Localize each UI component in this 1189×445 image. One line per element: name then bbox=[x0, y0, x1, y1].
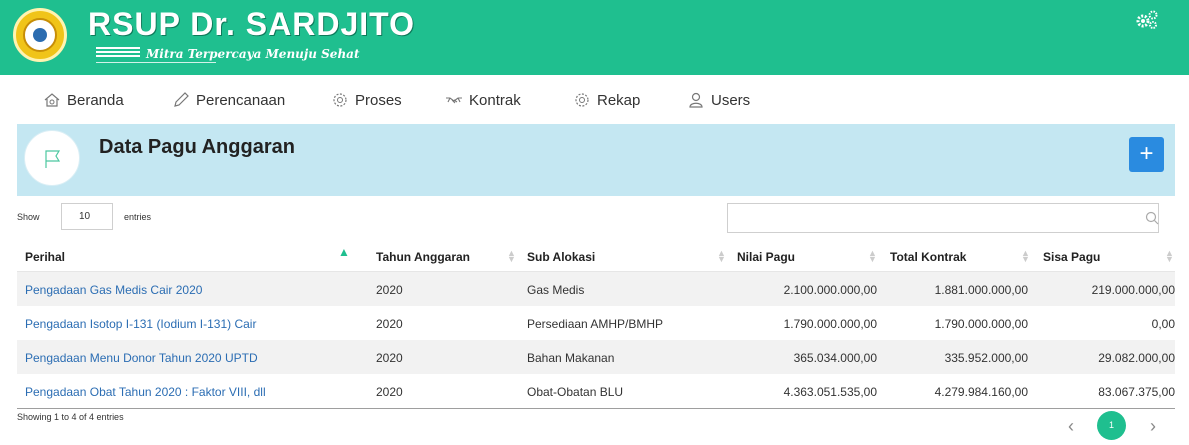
nilai-pagu-cell: 1.790.000.000,00 bbox=[783, 317, 877, 331]
brand-decoration bbox=[96, 47, 140, 57]
pagination-page-1[interactable]: 1 bbox=[1097, 411, 1126, 440]
col-header-sisa-pagu[interactable]: Sisa Pagu bbox=[1043, 250, 1100, 264]
tahun-cell: 2020 bbox=[376, 283, 403, 297]
perihal-link[interactable]: Pengadaan Menu Donor Tahun 2020 UPTD bbox=[25, 351, 258, 365]
handshake-icon bbox=[446, 97, 462, 104]
sort-icon[interactable]: ▲ ▼ bbox=[717, 249, 726, 264]
nav-item-kontrak[interactable]: Kontrak bbox=[445, 89, 521, 111]
total-kontrak-cell: 1.881.000.000,00 bbox=[934, 283, 1028, 297]
nav-item-beranda[interactable]: Beranda bbox=[43, 89, 124, 111]
page-header-band bbox=[17, 124, 1175, 196]
nav-item-users[interactable]: Users bbox=[687, 89, 750, 111]
brand-subtitle: Mitra Terpercaya Menuju Sehat bbox=[146, 47, 360, 61]
nav-item-proses[interactable]: Proses bbox=[331, 89, 402, 111]
table-header: Perihal ▲ Tahun Anggaran ▲ ▼ Sub Alokasi … bbox=[17, 240, 1175, 272]
total-kontrak-cell: 4.279.984.160,00 bbox=[934, 385, 1028, 399]
nav-label: Beranda bbox=[67, 91, 124, 109]
entries-info: Showing 1 to 4 of 4 entries bbox=[17, 412, 124, 422]
gear-icon bbox=[333, 93, 347, 107]
flag-icon bbox=[45, 150, 61, 168]
nav-label: Perencanaan bbox=[196, 91, 286, 109]
total-kontrak-cell: 335.952.000,00 bbox=[944, 351, 1028, 365]
main-nav: Beranda Perencanaan Proses Kontrak Rekap… bbox=[0, 80, 1189, 122]
pencil-icon bbox=[174, 92, 189, 107]
sub-alokasi-cell: Gas Medis bbox=[527, 283, 585, 297]
pagu-table: Perihal ▲ Tahun Anggaran ▲ ▼ Sub Alokasi … bbox=[17, 240, 1175, 408]
brand-title: RSUP Dr. SARDJITO bbox=[88, 6, 416, 42]
sisa-pagu-cell: 83.067.375,00 bbox=[1098, 385, 1175, 399]
entries-label: entries bbox=[124, 212, 152, 222]
nilai-pagu-cell: 4.363.051.535,00 bbox=[783, 385, 877, 399]
search-icon bbox=[1145, 211, 1159, 225]
sisa-pagu-cell: 0,00 bbox=[1151, 317, 1175, 331]
home-icon bbox=[44, 93, 60, 107]
perihal-link[interactable]: Pengadaan Obat Tahun 2020 : Faktor VIII,… bbox=[25, 385, 266, 399]
sub-alokasi-cell: Obat-Obatan BLU bbox=[527, 385, 624, 399]
sort-icon[interactable]: ▲ ▼ bbox=[868, 249, 877, 264]
nav-label: Proses bbox=[355, 91, 402, 109]
page-title: Data Pagu Anggaran bbox=[99, 136, 295, 158]
nilai-pagu-cell: 2.100.000.000,00 bbox=[783, 283, 877, 297]
nav-label: Users bbox=[711, 91, 751, 109]
pagination-prev-button[interactable]: ‹ bbox=[1068, 416, 1074, 437]
sort-icon[interactable]: ▲ ▼ bbox=[1021, 249, 1030, 264]
sub-alokasi-cell: Persediaan AMHP/BMHP bbox=[527, 317, 664, 331]
sort-icon[interactable]: ▲ ▼ bbox=[507, 249, 516, 264]
show-label: Show bbox=[17, 212, 40, 222]
sort-asc-icon[interactable]: ▲ bbox=[338, 246, 350, 258]
col-header-sub-alokasi[interactable]: Sub Alokasi bbox=[527, 250, 595, 264]
hospital-logo bbox=[13, 8, 67, 62]
user-icon bbox=[689, 92, 703, 108]
perihal-link[interactable]: Pengadaan Gas Medis Cair 2020 bbox=[25, 283, 202, 297]
table-row: Pengadaan Isotop I-131 (Iodium I-131) Ca… bbox=[17, 306, 1175, 340]
table-row: Pengadaan Obat Tahun 2020 : Faktor VIII,… bbox=[17, 374, 1175, 408]
app-header: RSUP Dr. SARDJITO Mitra Terpercaya Menuj… bbox=[0, 0, 1189, 75]
table-row: Pengadaan Menu Donor Tahun 2020 UPTD 202… bbox=[17, 340, 1175, 374]
sisa-pagu-cell: 29.082.000,00 bbox=[1098, 351, 1175, 365]
col-header-tahun[interactable]: Tahun Anggaran bbox=[376, 250, 470, 264]
settings-gears-icon[interactable] bbox=[1135, 10, 1159, 30]
col-header-total-kontrak[interactable]: Total Kontrak bbox=[890, 250, 966, 264]
add-button[interactable]: + bbox=[1129, 137, 1164, 172]
page-header-icon bbox=[24, 130, 80, 186]
gear-icon bbox=[575, 93, 589, 107]
sort-icon[interactable]: ▲ ▼ bbox=[1165, 249, 1174, 264]
nav-item-perencanaan[interactable]: Perencanaan bbox=[172, 89, 285, 111]
nilai-pagu-cell: 365.034.000,00 bbox=[793, 351, 877, 365]
nav-item-rekap[interactable]: Rekap bbox=[573, 89, 640, 111]
table-divider bbox=[17, 408, 1175, 409]
sisa-pagu-cell: 219.000.000,00 bbox=[1091, 283, 1175, 297]
tahun-cell: 2020 bbox=[376, 385, 403, 399]
tahun-cell: 2020 bbox=[376, 317, 403, 331]
pagination-next-button[interactable]: › bbox=[1150, 416, 1156, 437]
col-header-nilai-pagu[interactable]: Nilai Pagu bbox=[737, 250, 795, 264]
sub-alokasi-cell: Bahan Makanan bbox=[527, 351, 615, 365]
entries-select[interactable]: 10 bbox=[61, 203, 113, 230]
perihal-link[interactable]: Pengadaan Isotop I-131 (Iodium I-131) Ca… bbox=[25, 317, 256, 331]
nav-label: Rekap bbox=[597, 91, 641, 109]
search-input[interactable] bbox=[727, 203, 1159, 233]
total-kontrak-cell: 1.790.000.000,00 bbox=[934, 317, 1028, 331]
table-row: Pengadaan Gas Medis Cair 2020 2020 Gas M… bbox=[17, 272, 1175, 306]
col-header-perihal[interactable]: Perihal bbox=[25, 250, 65, 264]
tahun-cell: 2020 bbox=[376, 351, 403, 365]
nav-label: Kontrak bbox=[469, 91, 521, 109]
